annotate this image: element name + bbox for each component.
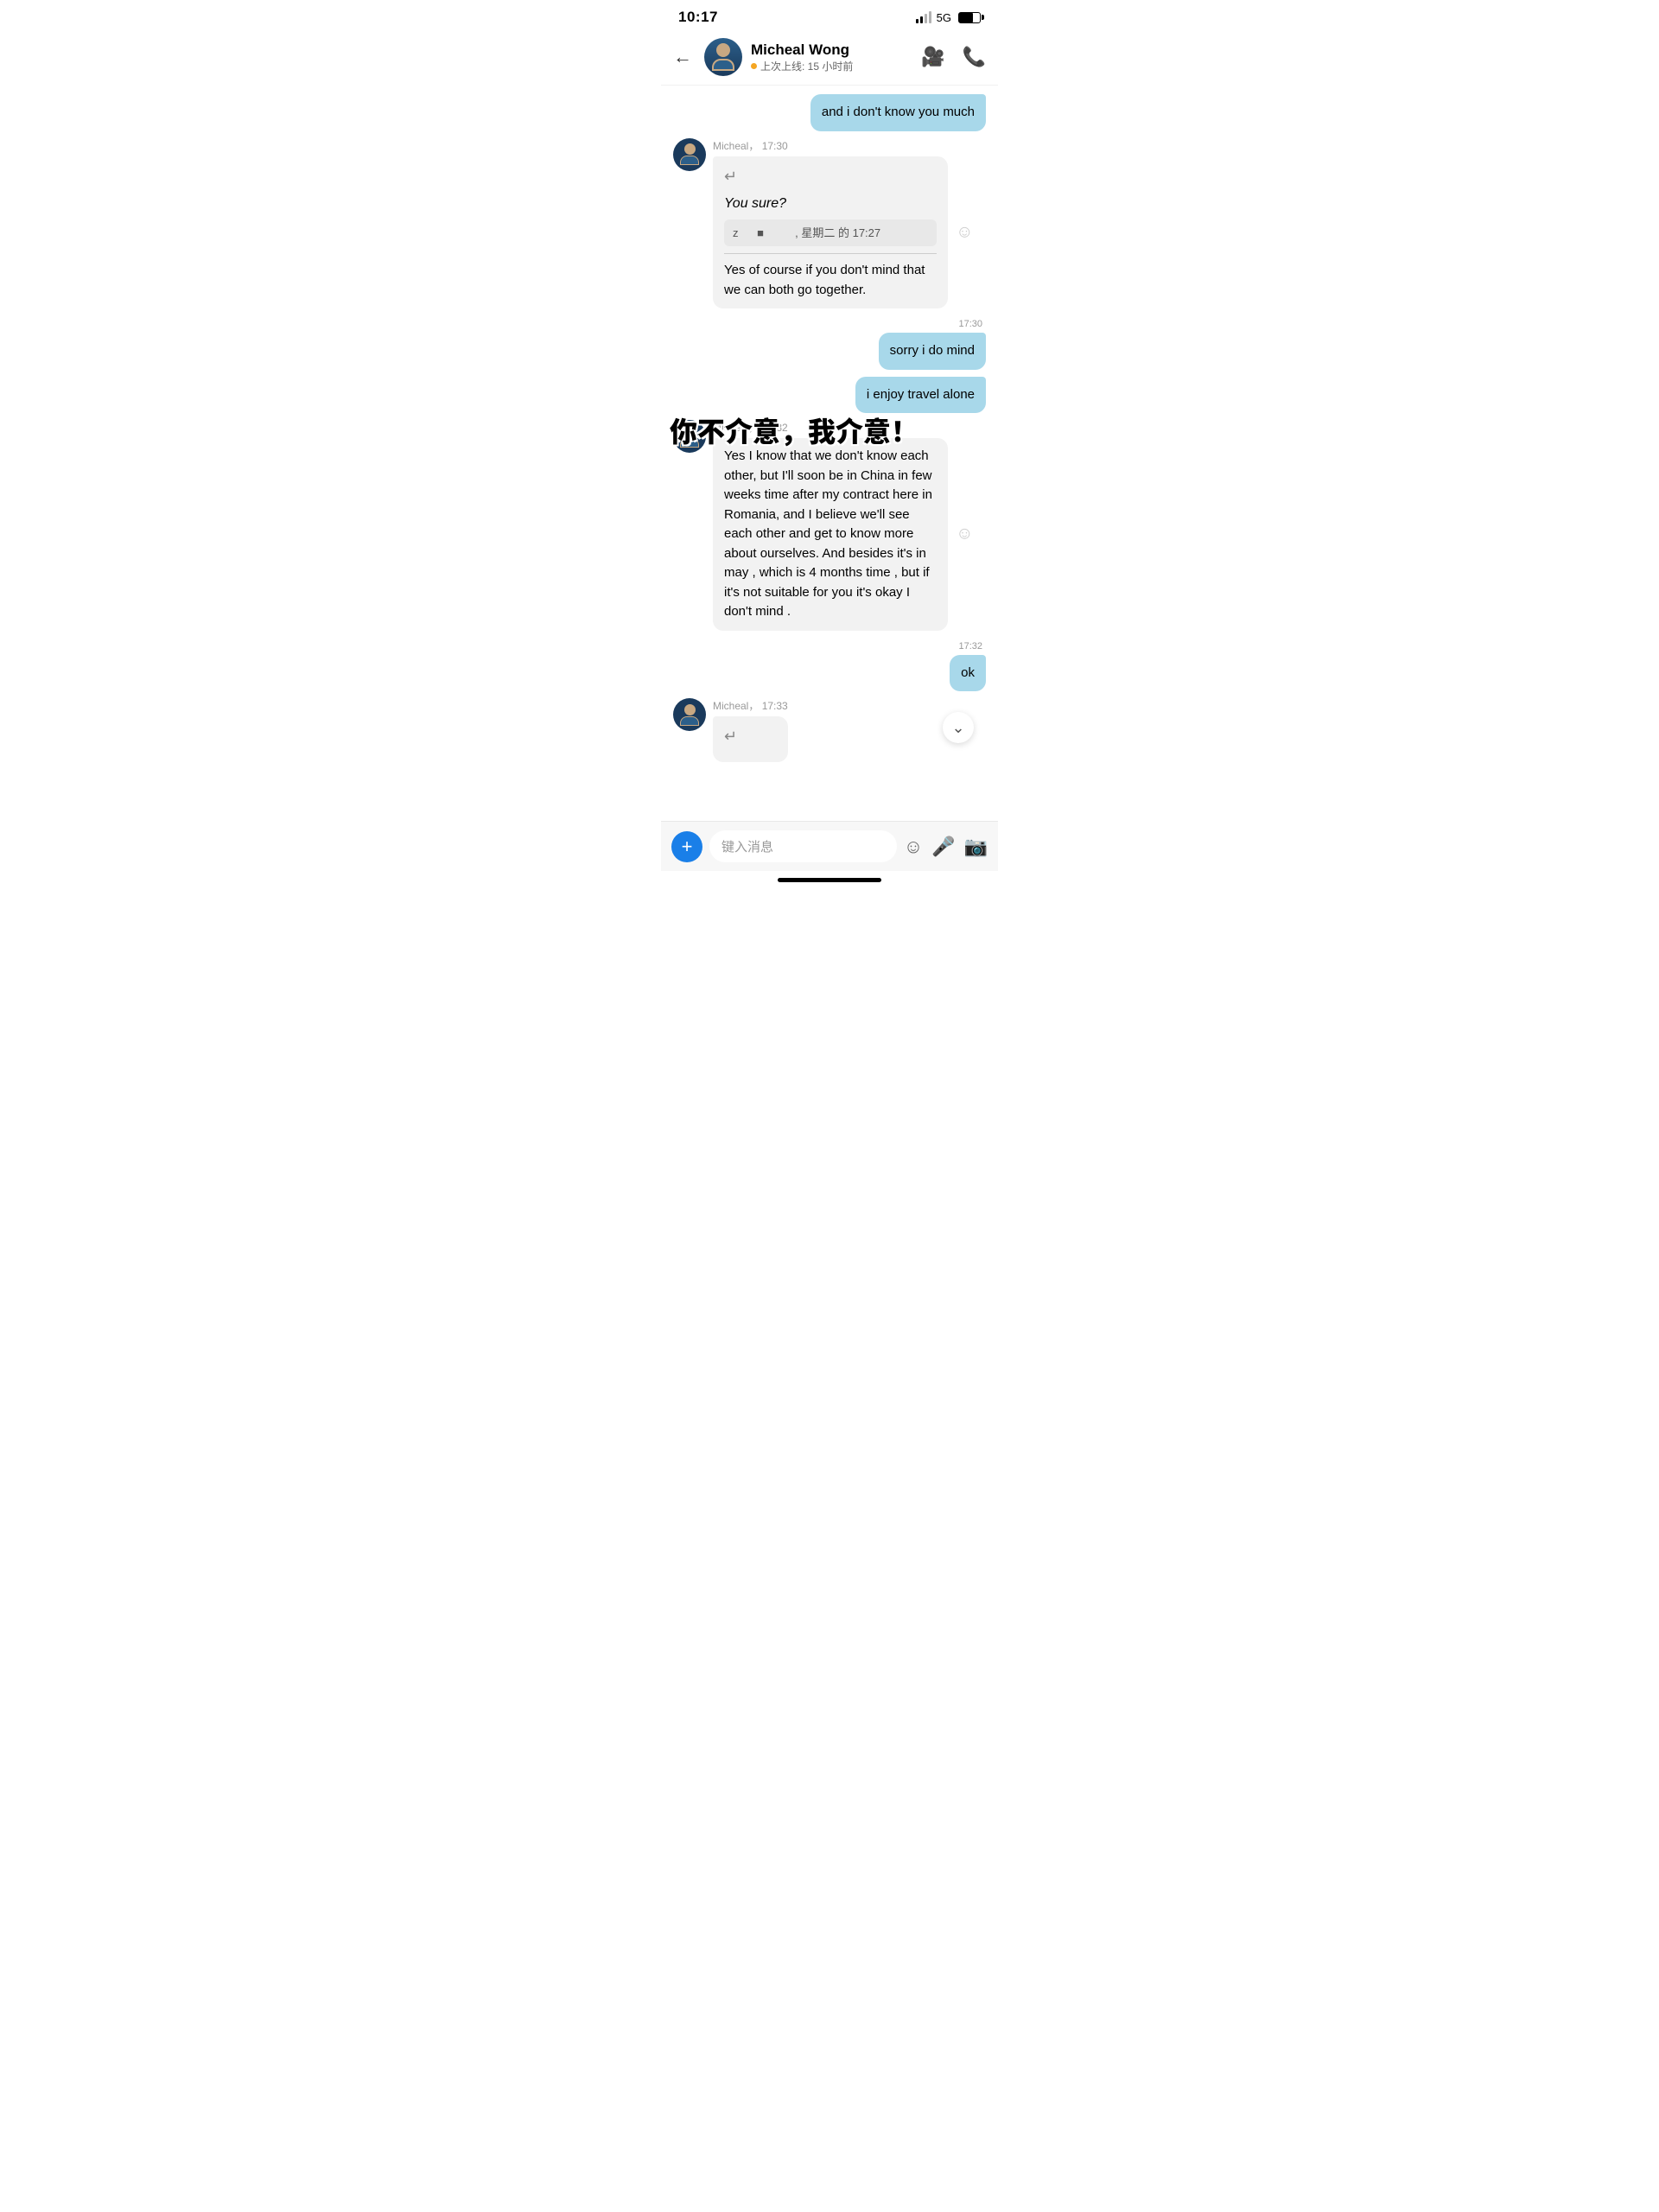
video-call-icon[interactable]: 🎥 [921,46,944,68]
chat-header: ← Micheal Wong 上次上线: 15 小时前 🎥 📞 [661,31,998,86]
network-type: 5G [937,11,951,24]
bubble-wrapper: ↵ You sure? z ■ , 星期二 的 17:27 Yes of cou… [713,156,948,309]
battery-icon [958,12,981,23]
message-bubble: and i don't know you much [810,94,986,131]
message-incoming-5: Micheal， 17:32 Yes I know that we don't … [673,420,986,631]
chevron-down-icon: ⌄ [951,719,964,737]
message-bubble: ↵ [713,716,788,762]
sender-avatar [673,698,706,731]
message-meta: Micheal， 17:33 [713,698,788,713]
message-outgoing-3: sorry i do mind [673,333,986,370]
home-bar [661,871,998,886]
status-icons: 5G [916,11,981,24]
back-button[interactable]: ← [673,46,692,68]
sender-name: Micheal， [713,700,759,712]
status-bar: 10:17 5G [661,0,998,31]
quoted-message: z ■ , 星期二 的 17:27 [724,219,937,247]
contact-avatar [704,38,742,76]
message-text: ok [961,665,975,680]
add-attachment-button[interactable]: + [671,831,702,862]
message-text: sorry i do mind [890,343,975,358]
message-content: Micheal， 17:30 ↵ You sure? z ■ , 星期二 的 1… [713,138,948,309]
bubble-wrapper: ↵ [713,716,788,762]
online-indicator [751,63,757,69]
emoji-picker-icon[interactable]: ☺ [904,836,923,858]
message-bubble: i enjoy travel alone [855,377,986,414]
message-text: and i don't know you much [822,105,975,119]
message-bubble: ok [950,655,986,692]
reply-arrow: ↵ [724,165,937,188]
message-time: 17:33 [762,700,788,712]
home-indicator [778,878,881,882]
header-actions: 🎥 📞 [921,46,986,68]
you-sure-text: You sure? [724,194,937,214]
message-outgoing-1: and i don't know you much [673,94,986,131]
input-placeholder: 键入消息 [721,840,773,855]
voice-input-icon[interactable]: 🎤 [931,836,955,858]
message-content: Micheal， 17:32 Yes I know that we don't … [713,420,948,631]
message-text: Yes I know that we don't know each other… [724,448,932,619]
message-content: Micheal， 17:33 ↵ [713,698,788,762]
message-input[interactable]: 键入消息 [709,830,897,862]
message-bubble: sorry i do mind [879,333,986,370]
quote-text: z ■ , 星期二 的 17:27 [733,226,880,239]
input-bar: + 键入消息 ☺ 🎤 📷 [661,821,998,871]
bubble-wrapper: Yes I know that we don't know each other… [713,438,948,631]
message-incoming-2: Micheal， 17:30 ↵ You sure? z ■ , 星期二 的 1… [673,138,986,309]
message-text: i enjoy travel alone [867,387,975,402]
input-action-icons: ☺ 🎤 📷 [904,836,988,858]
last-seen: 上次上线: 15 小时前 [760,59,853,73]
message-outgoing-6: ok [673,655,986,692]
emoji-reaction-btn[interactable]: ☺ [956,524,973,544]
emoji-reaction-btn[interactable]: ☺ [956,222,973,242]
message-bubble: Yes I know that we don't know each other… [713,438,948,631]
overlay-meme-text: 你不介意，我介意！ [670,414,918,447]
scroll-down-button[interactable]: ⌄ [943,712,974,743]
sender-avatar [673,138,706,171]
contact-status: 上次上线: 15 小时前 [751,59,912,73]
sender-name: Micheal， [713,140,759,152]
signal-icon [916,11,931,23]
contact-name: Micheal Wong [751,41,912,59]
timestamp-17-30: 17:30 [673,319,982,329]
status-time: 10:17 [678,9,718,26]
phone-icon[interactable]: 📞 [963,46,986,68]
timestamp-17-32: 17:32 [673,641,982,652]
message-outgoing-4: i enjoy travel alone [673,377,986,414]
camera-icon[interactable]: 📷 [964,836,988,858]
messages-container: 你不介意，我介意！ and i don't know you much Mich… [661,86,998,821]
contact-info: Micheal Wong 上次上线: 15 小时前 [751,41,912,73]
reply-arrow: ↵ [724,725,777,748]
message-bubble: ↵ You sure? z ■ , 星期二 的 17:27 Yes of cou… [713,156,948,309]
message-meta: Micheal， 17:30 [713,138,948,153]
message-time: 17:30 [762,140,788,152]
message-incoming-7: Micheal， 17:33 ↵ [673,698,986,762]
message-text: Yes of course if you don't mind that we … [724,263,925,297]
